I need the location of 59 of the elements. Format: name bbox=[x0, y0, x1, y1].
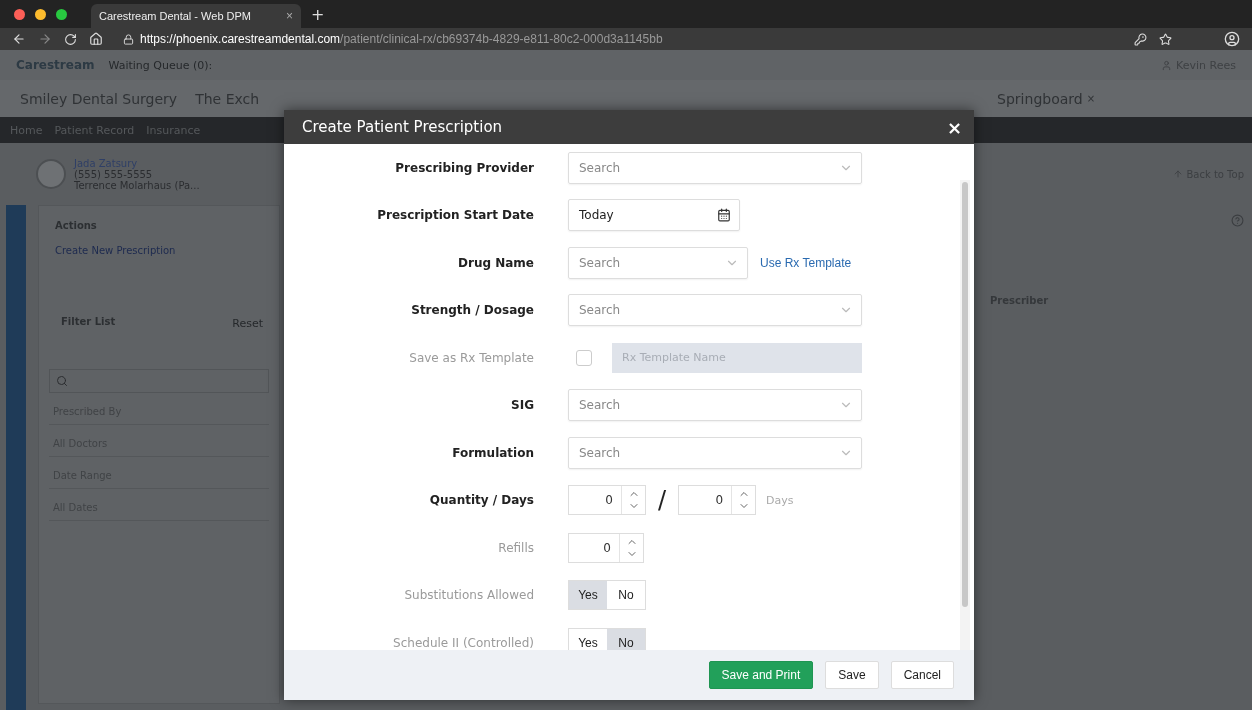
dialog-title: Create Patient Prescription bbox=[302, 118, 503, 136]
avatar bbox=[36, 159, 66, 189]
new-tab-button[interactable]: + bbox=[311, 4, 325, 24]
field-label: Substitutions Allowed bbox=[403, 588, 534, 603]
search-select[interactable]: Search bbox=[568, 389, 862, 422]
template-link[interactable]: Use Rx Template bbox=[760, 255, 852, 270]
action-link[interactable]: Create New Prescription bbox=[55, 245, 269, 256]
filter-search[interactable] bbox=[49, 369, 269, 393]
toggle-option[interactable]: No bbox=[607, 628, 645, 650]
help-icon[interactable] bbox=[1231, 213, 1244, 227]
search-select[interactable]: Search bbox=[568, 436, 862, 469]
lock-icon bbox=[123, 33, 134, 45]
search-icon bbox=[56, 375, 68, 387]
user-icon[interactable] bbox=[1161, 59, 1173, 71]
star-icon[interactable] bbox=[1159, 32, 1172, 46]
key-icon[interactable] bbox=[1134, 32, 1147, 46]
browser-tab[interactable]: Carestream Dental - Web DPM × bbox=[91, 4, 301, 28]
home-icon[interactable] bbox=[89, 32, 103, 46]
date-field[interactable]: Today bbox=[568, 199, 740, 232]
days-unit: Days bbox=[766, 493, 794, 507]
reload-icon[interactable] bbox=[64, 32, 77, 46]
arrow-up-icon[interactable] bbox=[1173, 169, 1184, 179]
url-text: https://phoenix.carestreamdental.com/patient/clinical-rx/cb69374b-4829-e811-80c2-000d3a1145bb bbox=[140, 32, 663, 46]
field-label: Schedule II (Controlled) bbox=[392, 635, 534, 650]
field-label: Refills bbox=[497, 540, 534, 555]
field-label: Formulation bbox=[451, 445, 534, 460]
field-label: Drug Name bbox=[457, 255, 534, 270]
tab-close[interactable]: × bbox=[286, 9, 293, 23]
field-label: Quantity / Days bbox=[428, 493, 534, 508]
scrollbar[interactable] bbox=[960, 180, 970, 650]
dialog-button[interactable]: Save and Print bbox=[708, 661, 814, 689]
field-label: Strength / Dosage bbox=[410, 303, 534, 318]
tab-close[interactable]: × bbox=[1086, 93, 1096, 104]
toggle-option[interactable]: Yes bbox=[569, 581, 607, 610]
forward-icon[interactable] bbox=[38, 32, 52, 46]
maximize-window-icon[interactable] bbox=[56, 8, 67, 20]
profile-icon[interactable] bbox=[1224, 31, 1240, 47]
dialog-button[interactable]: Save bbox=[825, 661, 879, 689]
days-spinner[interactable]: 0 bbox=[678, 485, 757, 516]
search-select[interactable]: Search bbox=[568, 294, 862, 327]
field-label: Save as Rx Template bbox=[408, 350, 534, 365]
refills-spinner[interactable]: 0 bbox=[568, 532, 644, 563]
reset-link[interactable]: Reset bbox=[232, 317, 263, 330]
close-window-icon[interactable] bbox=[14, 8, 25, 20]
slash-separator: / bbox=[658, 486, 667, 515]
close-button[interactable]: × bbox=[946, 116, 962, 138]
waiting-queue[interactable]: Waiting Queue (0): bbox=[108, 58, 213, 72]
checkbox[interactable] bbox=[576, 349, 592, 366]
minimize-window-icon[interactable] bbox=[35, 8, 46, 20]
field-label: Prescribing Provider bbox=[394, 160, 534, 175]
search-select[interactable]: Search bbox=[568, 246, 748, 279]
tab-title: Carestream Dental - Web DPM bbox=[99, 10, 251, 22]
calendar-icon[interactable] bbox=[717, 208, 731, 223]
search-select[interactable]: Search bbox=[568, 151, 862, 184]
field-label: SIG bbox=[510, 398, 534, 413]
back-icon[interactable] bbox=[12, 32, 26, 46]
quantity-spinner[interactable]: 0 bbox=[568, 485, 646, 516]
field-label: Prescription Start Date bbox=[376, 208, 534, 223]
dialog-button[interactable]: Cancel bbox=[890, 661, 954, 689]
